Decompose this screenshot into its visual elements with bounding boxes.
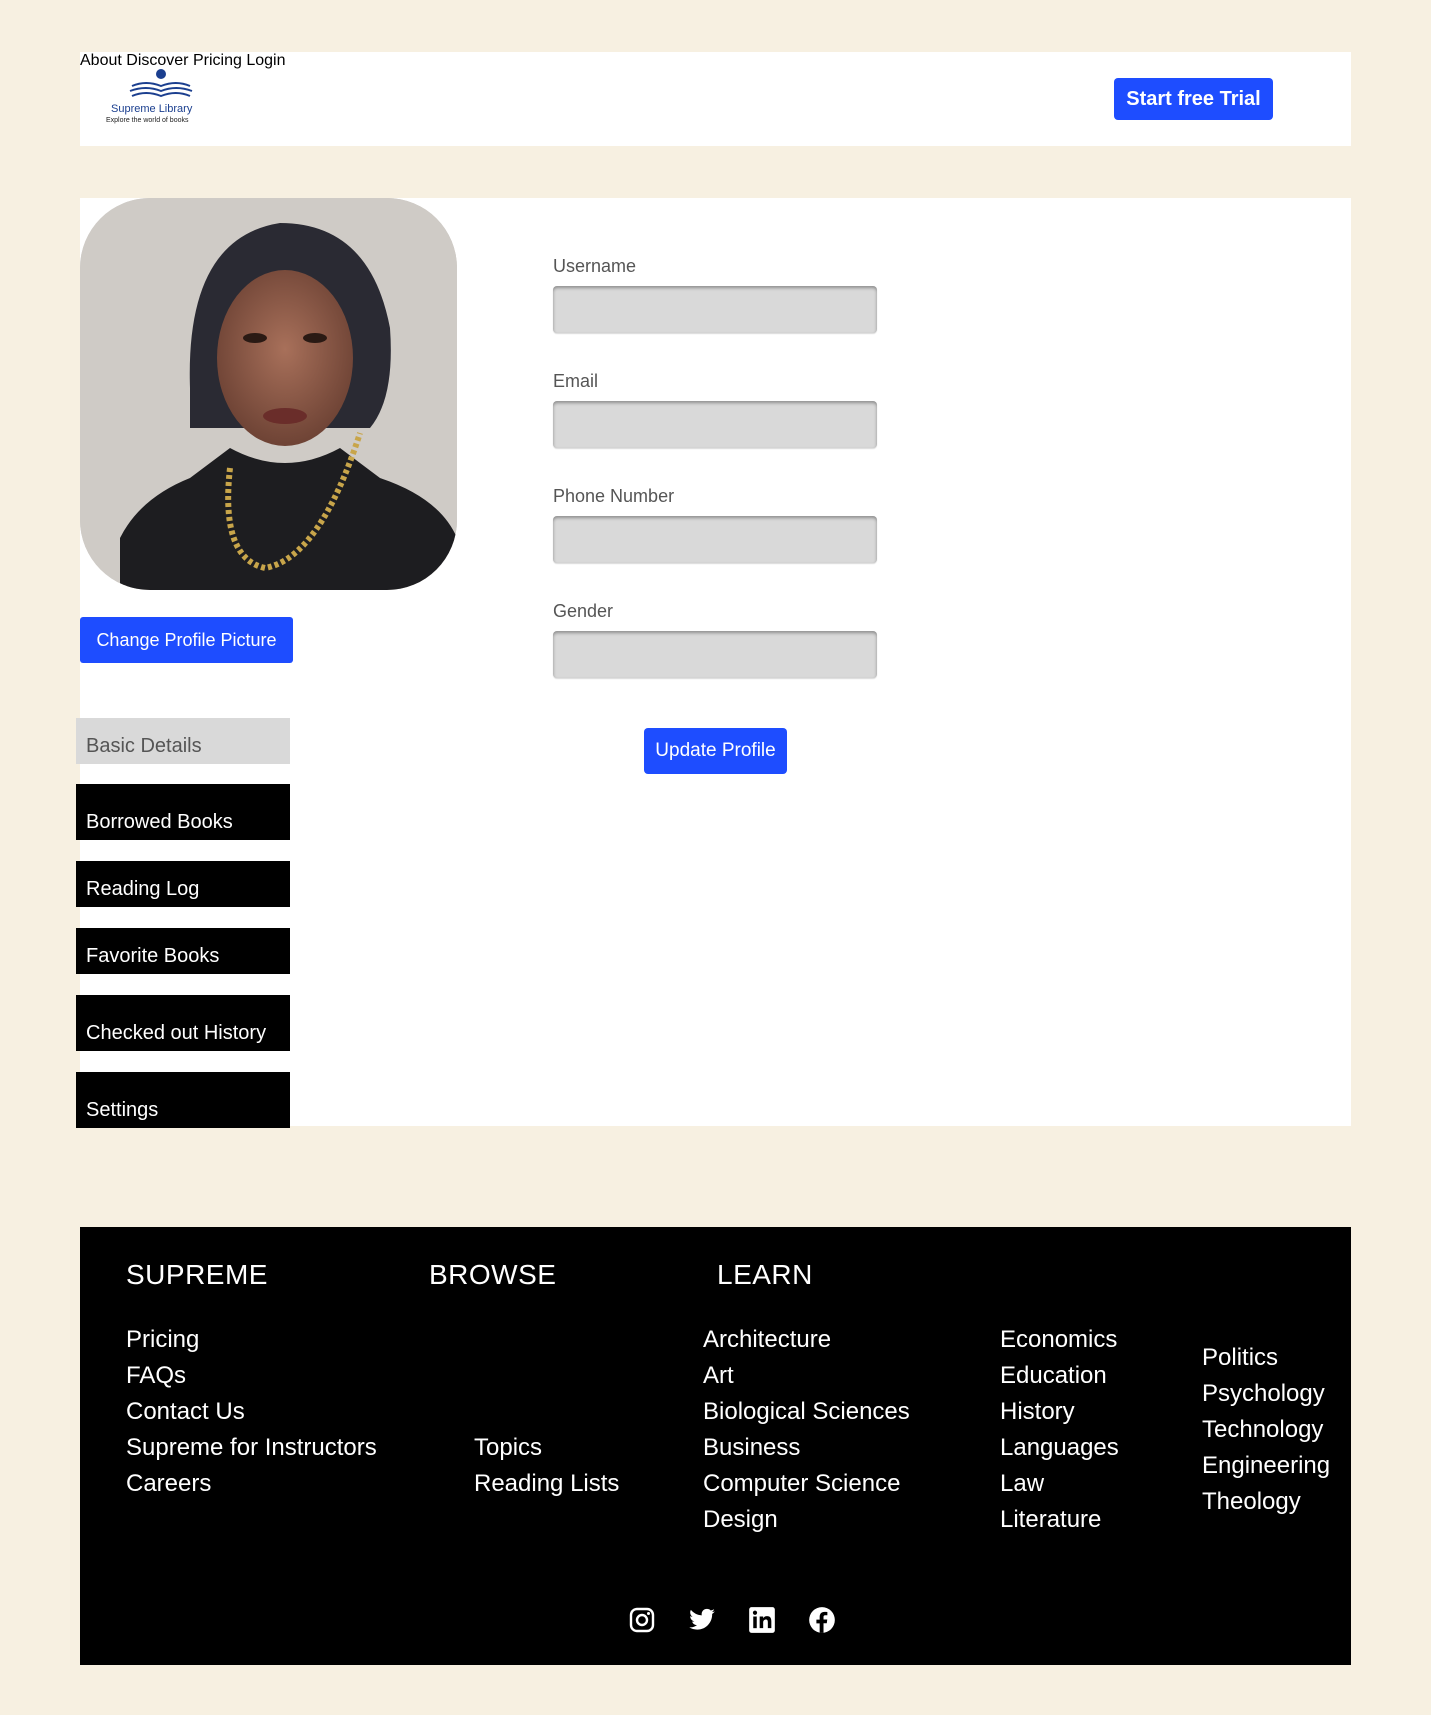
username-input[interactable] bbox=[553, 286, 877, 333]
sidebar-item-reading-log[interactable]: Reading Log bbox=[76, 861, 290, 907]
footer-link[interactable]: History bbox=[1000, 1394, 1119, 1430]
nav-about[interactable]: About bbox=[80, 52, 122, 69]
footer-link[interactable]: Art bbox=[703, 1358, 910, 1394]
start-trial-button[interactable]: Start free Trial bbox=[1114, 78, 1273, 120]
profile-panel: Change Profile Picture Basic Details Bor… bbox=[76, 198, 1351, 1128]
sidebar-item-favorite-books[interactable]: Favorite Books bbox=[76, 928, 290, 974]
footer-link[interactable]: Architecture bbox=[703, 1322, 910, 1358]
instagram-icon[interactable] bbox=[628, 1606, 656, 1634]
logo-name: Supreme Library bbox=[111, 103, 193, 115]
footer-link[interactable]: FAQs bbox=[126, 1358, 377, 1394]
footer-link[interactable]: Politics bbox=[1202, 1340, 1330, 1376]
footer-link[interactable]: Careers bbox=[126, 1466, 377, 1502]
footer-link[interactable]: Theology bbox=[1202, 1484, 1330, 1520]
footer-link[interactable]: Economics bbox=[1000, 1322, 1119, 1358]
footer-link[interactable]: Languages bbox=[1000, 1430, 1119, 1466]
footer-link[interactable]: Literature bbox=[1000, 1502, 1119, 1538]
email-label: Email bbox=[553, 371, 599, 391]
sidebar-item-settings[interactable]: Settings bbox=[76, 1072, 290, 1128]
site-header: Supreme Library Explore the world of boo… bbox=[80, 52, 1351, 146]
footer-link[interactable]: Supreme for Instructors bbox=[126, 1430, 377, 1466]
avatar bbox=[80, 198, 457, 590]
gender-label: Gender bbox=[553, 601, 614, 621]
footer-link[interactable]: Pricing bbox=[126, 1322, 377, 1358]
username-label: Username bbox=[553, 256, 637, 276]
profile-photo bbox=[80, 198, 457, 590]
footer-link[interactable]: Engineering bbox=[1202, 1448, 1330, 1484]
footer-link[interactable]: Computer Science bbox=[703, 1466, 910, 1502]
nav-pricing[interactable]: Pricing bbox=[193, 52, 242, 69]
footer-heading-browse: BROWSE bbox=[429, 1259, 557, 1290]
sidebar-item-basic-details[interactable]: Basic Details bbox=[76, 718, 290, 764]
footer-link[interactable]: Technology bbox=[1202, 1412, 1330, 1448]
footer-link[interactable]: Reading Lists bbox=[474, 1466, 619, 1502]
footer-heading-supreme: SUPREME bbox=[126, 1259, 268, 1290]
footer-learn-col2: Economics Education History Languages La… bbox=[1000, 1322, 1119, 1538]
gender-input[interactable] bbox=[553, 631, 877, 678]
logo[interactable]: Supreme Library Explore the world of boo… bbox=[106, 68, 216, 132]
phone-number-label: Phone Number bbox=[553, 486, 675, 506]
footer-browse-links: Topics Reading Lists bbox=[474, 1430, 619, 1502]
footer-link[interactable]: Design bbox=[703, 1502, 910, 1538]
footer-heading-learn: LEARN bbox=[717, 1259, 813, 1290]
sidebar-item-borrowed-books[interactable]: Borrowed Books bbox=[76, 784, 290, 840]
book-logo-icon bbox=[129, 69, 193, 98]
footer-link[interactable]: Law bbox=[1000, 1466, 1119, 1502]
facebook-icon[interactable] bbox=[808, 1606, 836, 1634]
update-profile-button[interactable]: Update Profile bbox=[644, 728, 787, 774]
logo-tagline: Explore the world of books bbox=[106, 117, 189, 124]
email-input[interactable] bbox=[553, 401, 877, 448]
nav-login[interactable]: Login bbox=[246, 52, 285, 69]
linkedin-icon[interactable] bbox=[748, 1606, 776, 1634]
footer-link[interactable]: Business bbox=[703, 1430, 910, 1466]
footer-supreme-links: Pricing FAQs Contact Us Supreme for Inst… bbox=[126, 1322, 377, 1502]
phone-number-input[interactable] bbox=[553, 516, 877, 563]
footer-link[interactable]: Biological Sciences bbox=[703, 1394, 910, 1430]
nav-discover[interactable]: Discover bbox=[126, 52, 188, 69]
sidebar-item-checked-out-history[interactable]: Checked out History bbox=[76, 995, 290, 1051]
footer-link[interactable]: Contact Us bbox=[126, 1394, 377, 1430]
change-profile-picture-button[interactable]: Change Profile Picture bbox=[80, 617, 293, 663]
twitter-icon[interactable] bbox=[688, 1606, 716, 1634]
footer-learn-col3: Politics Psychology Technology Engineeri… bbox=[1202, 1340, 1330, 1520]
footer-link[interactable]: Education bbox=[1000, 1358, 1119, 1394]
footer-link[interactable]: Psychology bbox=[1202, 1376, 1330, 1412]
footer-learn-col1: Architecture Art Biological Sciences Bus… bbox=[703, 1322, 910, 1538]
footer-link[interactable]: Topics bbox=[474, 1430, 619, 1466]
site-footer: SUPREME BROWSE LEARN Pricing FAQs Contac… bbox=[80, 1227, 1351, 1665]
